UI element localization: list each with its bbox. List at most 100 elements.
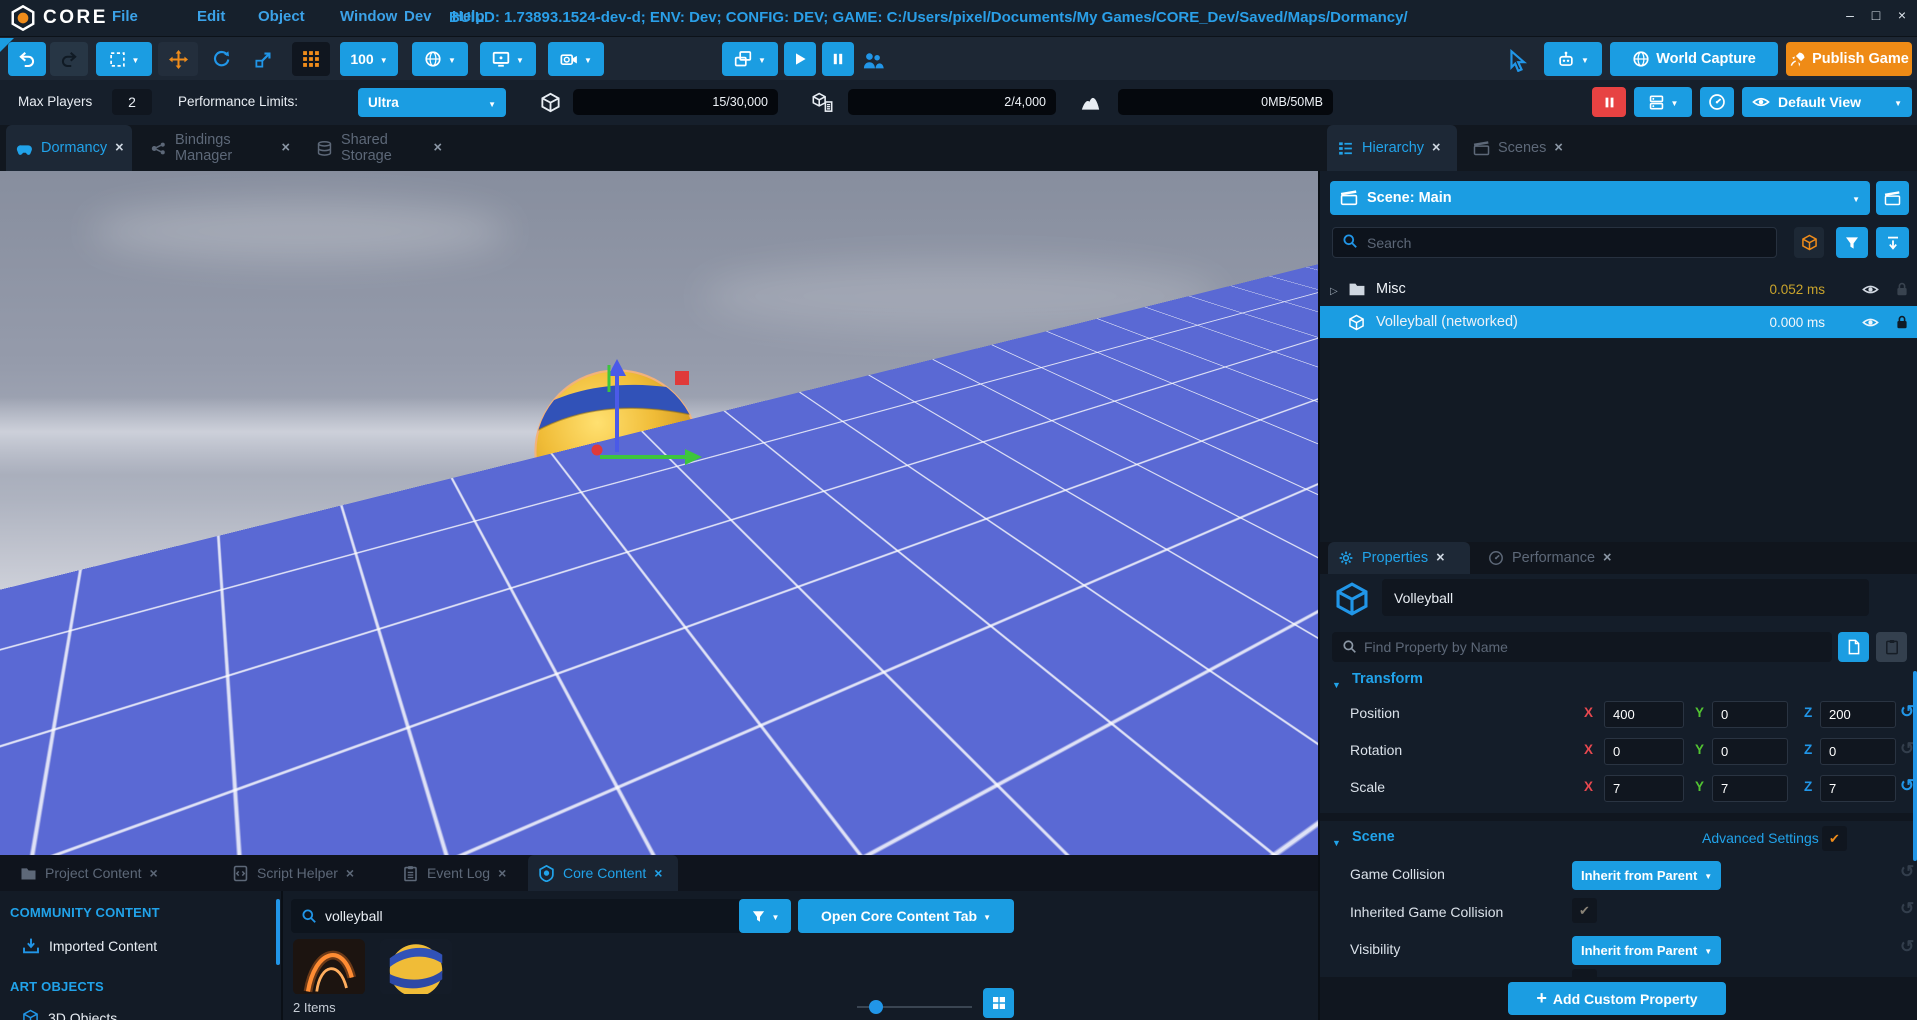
- grid-step-dropdown[interactable]: 100: [340, 42, 398, 76]
- position-y-input[interactable]: 0: [1712, 701, 1788, 728]
- collapse-all-button[interactable]: [1876, 227, 1909, 258]
- close-tab-icon[interactable]: [1554, 140, 1562, 156]
- close-tab-icon[interactable]: [654, 865, 662, 881]
- rotation-z-input[interactable]: 0: [1820, 738, 1896, 765]
- viewport-3d[interactable]: [0, 171, 1318, 855]
- game-collision-dropdown[interactable]: Inherit from Parent: [1572, 861, 1721, 890]
- content-filter-dropdown[interactable]: [739, 899, 791, 933]
- paste-properties-button[interactable]: [1876, 632, 1907, 662]
- tab-hierarchy[interactable]: Hierarchy: [1327, 125, 1457, 171]
- publish-game-button[interactable]: Publish Game: [1786, 42, 1912, 76]
- properties-scrollbar-thumb[interactable]: [1913, 671, 1917, 861]
- default-view-dropdown[interactable]: Default View: [1742, 87, 1912, 117]
- maximize-button[interactable]: [1865, 7, 1887, 23]
- menu-file[interactable]: File: [112, 8, 138, 25]
- position-z-input[interactable]: 200: [1820, 701, 1896, 728]
- template-cube-button[interactable]: [1794, 227, 1824, 258]
- open-core-content-tab-button[interactable]: Open Core Content Tab: [798, 899, 1014, 933]
- tab-performance[interactable]: Performance: [1478, 542, 1628, 574]
- find-property-input[interactable]: [1332, 632, 1832, 662]
- sidebar-item-imported-content[interactable]: Imported Content: [22, 937, 157, 955]
- sidebar-scrollbar-thumb[interactable]: [276, 899, 280, 965]
- gizmo-plane-handle[interactable]: [675, 371, 689, 385]
- redo-button[interactable]: [50, 42, 88, 76]
- section-collapse-icon[interactable]: [1332, 675, 1341, 691]
- rotate-tool-button[interactable]: [202, 42, 240, 76]
- object-name-input[interactable]: [1382, 579, 1869, 616]
- tab-event-log[interactable]: Event Log: [392, 855, 524, 891]
- tab-bindings-manager[interactable]: Bindings Manager: [140, 125, 300, 171]
- gizmo-z-arrowhead[interactable]: [608, 359, 626, 376]
- inherited-game-collision-checkbox[interactable]: [1572, 898, 1597, 923]
- scene-selector-dropdown[interactable]: Scene: Main: [1330, 181, 1870, 215]
- grid-view-button[interactable]: [983, 988, 1014, 1018]
- scale-tool-button[interactable]: [244, 42, 282, 76]
- tab-core-content[interactable]: Core Content: [528, 855, 678, 891]
- advanced-settings-link[interactable]: Advanced Settings: [1702, 830, 1819, 846]
- expand-caret-icon[interactable]: [1330, 281, 1338, 297]
- tab-scenes[interactable]: Scenes: [1463, 125, 1571, 171]
- reset-visibility-button[interactable]: [1900, 937, 1914, 957]
- visibility-eye-icon[interactable]: [1862, 281, 1879, 298]
- max-players-input[interactable]: [112, 89, 152, 115]
- multiplayer-preview-dropdown[interactable]: [722, 42, 778, 76]
- reset-inherited-collision-button[interactable]: [1900, 899, 1914, 919]
- server-dropdown[interactable]: [1634, 87, 1692, 117]
- tab-properties[interactable]: Properties: [1328, 542, 1470, 574]
- hierarchy-row-volleyball[interactable]: Volleyball (networked) 0.000 ms: [1320, 306, 1917, 338]
- close-button[interactable]: [1891, 7, 1913, 23]
- add-custom-property-button[interactable]: Add Custom Property: [1508, 982, 1726, 1015]
- result-thumbnail-volleyball[interactable]: [380, 939, 452, 995]
- content-search-input[interactable]: [291, 899, 791, 933]
- sidebar-item-3d-objects[interactable]: 3D Objects: [22, 1009, 117, 1020]
- close-tab-icon[interactable]: [498, 865, 506, 881]
- close-tab-icon[interactable]: [1432, 140, 1440, 156]
- close-tab-icon[interactable]: [1603, 550, 1611, 566]
- pause-button[interactable]: [822, 42, 854, 76]
- section-collapse-icon[interactable]: [1332, 833, 1341, 849]
- tab-shared-storage[interactable]: Shared Storage: [306, 125, 452, 171]
- visibility-dropdown[interactable]: Inherit from Parent: [1572, 936, 1721, 965]
- hierarchy-filter-button[interactable]: [1836, 227, 1868, 258]
- lock-icon[interactable]: [1894, 281, 1910, 297]
- tab-dormancy[interactable]: Dormancy: [6, 125, 132, 171]
- visibility-eye-icon[interactable]: [1862, 314, 1879, 331]
- performance-limits-dropdown[interactable]: Ultra: [358, 88, 506, 117]
- menu-window[interactable]: Window: [340, 8, 397, 25]
- scale-y-input[interactable]: 7: [1712, 775, 1788, 802]
- menu-edit[interactable]: Edit: [197, 8, 225, 25]
- position-x-input[interactable]: 400: [1604, 701, 1684, 728]
- grid-snap-button[interactable]: [292, 42, 330, 76]
- scenes-button[interactable]: [1876, 181, 1909, 215]
- menu-object[interactable]: Object: [258, 8, 305, 25]
- tab-project-content[interactable]: Project Content: [10, 855, 214, 891]
- stop-pause-button[interactable]: [1592, 87, 1626, 117]
- close-tab-icon[interactable]: [1436, 550, 1444, 566]
- world-mode-dropdown[interactable]: [412, 42, 468, 76]
- bot-dropdown[interactable]: [1544, 42, 1602, 76]
- reset-game-collision-button[interactable]: [1900, 862, 1914, 882]
- close-tab-icon[interactable]: [115, 140, 123, 156]
- menu-dev[interactable]: Dev: [404, 8, 432, 25]
- performance-gauge-button[interactable]: [1700, 87, 1734, 117]
- rotation-x-input[interactable]: 0: [1604, 738, 1684, 765]
- rotation-y-input[interactable]: 0: [1712, 738, 1788, 765]
- move-tool-button[interactable]: [158, 42, 198, 76]
- close-tab-icon[interactable]: [434, 140, 442, 156]
- copy-properties-button[interactable]: [1838, 632, 1869, 662]
- selection-mode-dropdown[interactable]: [96, 42, 152, 76]
- world-capture-button[interactable]: World Capture: [1610, 42, 1778, 76]
- close-tab-icon[interactable]: [150, 865, 158, 881]
- thumbnail-size-slider-handle[interactable]: [869, 1000, 883, 1014]
- gizmo-y-handle[interactable]: [592, 445, 603, 456]
- hierarchy-row-misc[interactable]: Misc 0.052 ms: [1320, 273, 1917, 305]
- close-tab-icon[interactable]: [346, 865, 354, 881]
- hierarchy-search-input[interactable]: [1332, 227, 1777, 258]
- gizmo-x-arrowhead[interactable]: [685, 449, 702, 465]
- play-button[interactable]: [784, 42, 816, 76]
- screen-mode-dropdown[interactable]: [480, 42, 536, 76]
- result-thumbnail-art-object[interactable]: [293, 939, 365, 995]
- tab-script-helper[interactable]: Script Helper: [222, 855, 388, 891]
- minimize-button[interactable]: [1839, 7, 1861, 23]
- close-tab-icon[interactable]: [282, 140, 290, 156]
